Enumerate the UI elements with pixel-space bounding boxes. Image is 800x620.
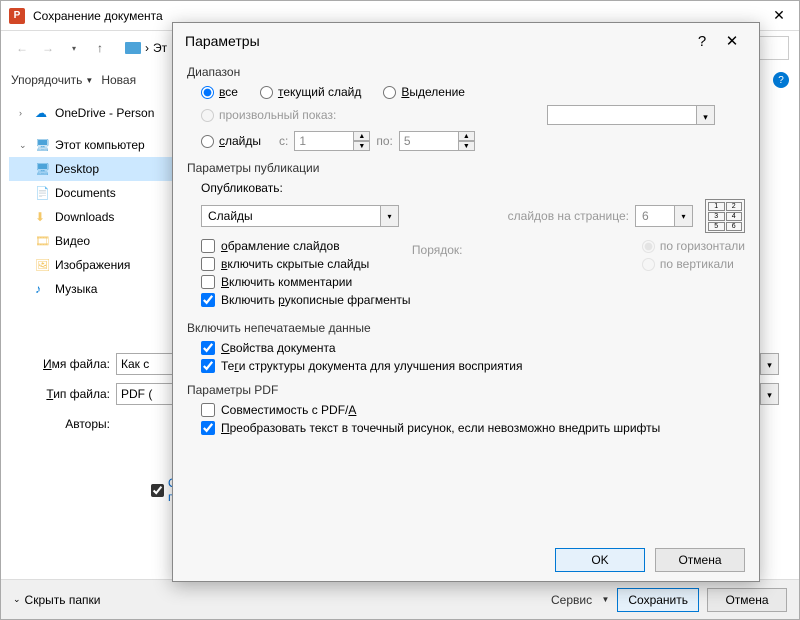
dialog-title: Сохранение документа (33, 9, 759, 23)
video-icon: 🎞 (35, 234, 49, 248)
filename-label: Имя файла: (21, 357, 116, 371)
folder-tree: ›☁ OneDrive - Person ⌄🖥 Этот компьютер 🖥… (9, 101, 179, 301)
range-current-radio[interactable]: текущий слайд (260, 85, 361, 99)
modal-footer: OK Отмена (173, 539, 759, 581)
ink-checkbox[interactable]: Включить рукописные фрагменты (201, 293, 412, 307)
organize-button[interactable]: Упорядочить▼ (11, 73, 93, 87)
tree-desktop[interactable]: 🖥 Desktop (9, 157, 179, 181)
range-all-radio[interactable]: все (201, 85, 238, 99)
filetype-dropdown-icon[interactable]: ▾ (761, 383, 779, 405)
range-custom-radio: произвольный показ: (201, 108, 336, 122)
chevron-down-icon: ▼ (85, 76, 93, 85)
nav-back-icon[interactable]: ← (11, 37, 33, 59)
chevron-down-icon[interactable]: ▾ (63, 37, 85, 59)
doc-props-checkbox[interactable]: Свойства документа (201, 341, 745, 355)
help-icon[interactable]: ? (773, 72, 789, 88)
help-icon[interactable]: ? (687, 33, 717, 50)
filetype-label: Тип файла: (21, 387, 116, 401)
structure-tags-checkbox[interactable]: Теги структуры документа для улучшения в… (201, 359, 745, 373)
tree-music[interactable]: ♪ Музыка (9, 277, 179, 301)
order-horizontal-radio: по горизонтали (642, 239, 745, 253)
tree-onedrive[interactable]: ›☁ OneDrive - Person (9, 101, 179, 125)
frame-checkbox[interactable]: обрамление слайдов (201, 239, 412, 253)
documents-icon: 📄 (35, 186, 49, 200)
authors-label: Авторы: (21, 417, 116, 431)
nav-up-icon[interactable]: ↑ (89, 37, 111, 59)
save-button[interactable]: Сохранить (617, 588, 699, 612)
range-slides-radio[interactable]: слайды (201, 134, 261, 148)
hidden-checkbox[interactable]: включить скрытые слайды (201, 257, 412, 271)
range-group: Диапазон все текущий слайд Выделение про… (187, 65, 745, 151)
perpage-combo: 6 (635, 205, 675, 227)
spin-down-icon: ▼ (354, 141, 370, 151)
bottom-bar: ⌄ Скрыть папки Сервис ▼ Сохранить Отмена (1, 579, 799, 619)
comments-checkbox[interactable]: Включить комментарии (201, 275, 412, 289)
downloads-icon: ⬇ (35, 210, 49, 224)
filename-dropdown-icon[interactable]: ▾ (761, 353, 779, 375)
new-folder-button[interactable]: Новая (101, 73, 136, 87)
chevron-down-icon[interactable]: ⌄ (13, 594, 21, 605)
publish-combo[interactable]: Слайды (201, 205, 381, 227)
cancel-button[interactable]: Отмена (655, 548, 745, 572)
breadcrumb[interactable]: › Эт (125, 41, 167, 55)
custom-show-combo (547, 105, 697, 125)
modal-title: Параметры (185, 33, 687, 49)
to-spinner[interactable]: ▲▼ (399, 131, 475, 151)
cancel-button[interactable]: Отмена (707, 588, 787, 612)
layout-preview-icon: 123456 (705, 199, 745, 233)
nav-forward-icon[interactable]: → (37, 37, 59, 59)
ok-button[interactable]: OK (555, 548, 645, 572)
images-icon: 🖼 (35, 258, 49, 272)
monitor-icon: 🖥 (35, 138, 49, 152)
tree-images[interactable]: 🖼 Изображения (9, 253, 179, 277)
chevron-down-icon[interactable]: ▾ (381, 205, 399, 227)
nonprint-group: Включить непечатаемые данные Свойства до… (187, 321, 745, 373)
path-segment: Эт (153, 41, 167, 55)
bitmap-text-checkbox[interactable]: Преобразовать текст в точечный рисунок, … (201, 421, 745, 435)
desktop-icon: 🖥 (35, 162, 49, 176)
publish-group: Параметры публикации Опубликовать: Слайд… (187, 161, 745, 311)
chevron-down-icon: ▼ (601, 595, 609, 604)
spin-up-icon: ▲ (459, 131, 475, 141)
powerpoint-icon: P (9, 8, 25, 24)
close-icon[interactable]: ✕ (759, 7, 799, 24)
order-vertical-radio: по вертикали (642, 257, 745, 271)
modal-titlebar: Параметры ? ✕ (173, 23, 759, 59)
tree-this-pc[interactable]: ⌄🖥 Этот компьютер (9, 133, 179, 157)
spin-up-icon: ▲ (354, 131, 370, 141)
pdf-group: Параметры PDF Совместимость с PDF/A Прео… (187, 383, 745, 435)
range-selection-radio[interactable]: Выделение (383, 85, 465, 99)
parameters-dialog: Параметры ? ✕ Диапазон все текущий слайд… (172, 22, 760, 582)
pdfa-checkbox[interactable]: Совместимость с PDF/A (201, 403, 745, 417)
chevron-down-icon: ▾ (675, 205, 693, 227)
chevron-down-icon: ▾ (697, 105, 715, 125)
folder-icon (125, 42, 141, 54)
close-icon[interactable]: ✕ (717, 32, 747, 50)
tree-downloads[interactable]: ⬇ Downloads (9, 205, 179, 229)
cloud-icon: ☁ (35, 106, 49, 120)
spin-down-icon: ▼ (459, 141, 475, 151)
hide-folders-link[interactable]: Скрыть папки (25, 593, 101, 607)
tree-video[interactable]: 🎞 Видео (9, 229, 179, 253)
tree-documents[interactable]: 📄 Documents (9, 181, 179, 205)
music-icon: ♪ (35, 282, 49, 296)
service-button[interactable]: Сервис ▼ (551, 593, 609, 607)
from-spinner[interactable]: ▲▼ (294, 131, 370, 151)
